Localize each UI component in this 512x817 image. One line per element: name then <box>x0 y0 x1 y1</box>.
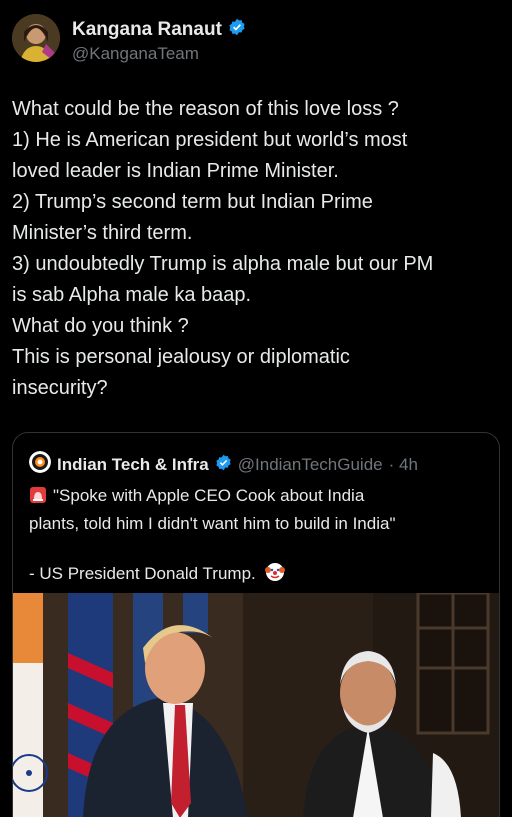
tweet-line: What could be the reason of this love lo… <box>12 98 399 120</box>
quoted-text: "Spoke with Apple CEO Cook about India p… <box>29 483 489 589</box>
quoted-timestamp[interactable]: · 4h <box>389 455 418 475</box>
quoted-tweet-header: Indian Tech & Infra @IndianTechGuide · 4… <box>29 451 418 478</box>
tweet-line: insecurity? <box>12 377 108 399</box>
quoted-signature-line: - US President Donald Trump. <box>29 561 489 589</box>
tweet-line: 1) He is American president but world’s … <box>12 129 408 151</box>
quoted-avatar[interactable] <box>29 451 51 478</box>
tweet-line: is sab Alpha male ka baap. <box>12 284 252 306</box>
tweet-line: What do you think ? <box>12 315 189 337</box>
quoted-handle[interactable]: @IndianTechGuide <box>238 455 383 475</box>
verified-badge-icon <box>228 18 246 41</box>
tweet-line: loved leader is Indian Prime Minister. <box>12 160 339 182</box>
clown-emoji-icon <box>264 562 285 589</box>
tweet-text: What could be the reason of this love lo… <box>12 94 500 404</box>
quoted-display-name[interactable]: Indian Tech & Infra <box>57 455 209 475</box>
tweet-header: Kangana Ranaut @KanganaTeam <box>12 14 246 64</box>
tweet-line: This is personal jealousy or diplomatic <box>12 346 350 368</box>
author-display-name[interactable]: Kangana Ranaut <box>72 19 222 41</box>
quoted-text-line: "Spoke with Apple CEO Cook about India <box>29 483 489 511</box>
author-handle[interactable]: @KanganaTeam <box>72 44 246 64</box>
tweet-line: Minister’s third term. <box>12 222 193 244</box>
verified-badge-icon <box>215 454 232 476</box>
quoted-text-line-2: plants, told him I didn't want him to bu… <box>29 514 396 533</box>
tweet-line: 3) undoubtedly Trump is alpha male but o… <box>12 253 434 275</box>
quoted-text-line-1: "Spoke with Apple CEO Cook about India <box>53 486 365 505</box>
tweet-line: 2) Trump’s second term but Indian Prime <box>12 191 373 213</box>
quoted-tweet[interactable]: Indian Tech & Infra @IndianTechGuide · 4… <box>12 432 500 817</box>
siren-emoji-icon <box>29 486 47 511</box>
avatar[interactable] <box>12 14 60 62</box>
quoted-photo[interactable] <box>13 593 499 817</box>
quoted-signature: - US President Donald Trump. <box>29 564 256 583</box>
